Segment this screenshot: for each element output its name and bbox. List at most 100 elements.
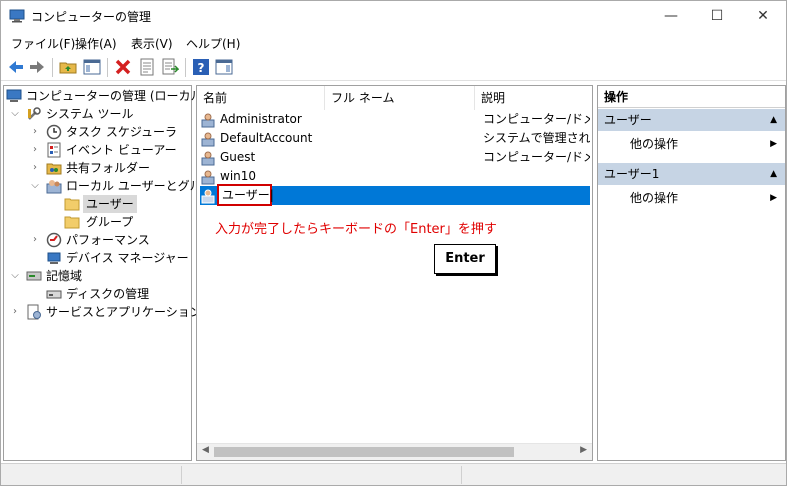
menu-help[interactable]: ヘルプ(H) <box>186 35 240 52</box>
tree-item-services-applications[interactable]: › サービスとアプリケーション <box>4 303 202 321</box>
tree-item-label: グループ <box>86 215 134 229</box>
title-bar: コンピューターの管理 — ☐ ✕ <box>1 1 786 32</box>
up-folder-icon[interactable] <box>59 58 77 76</box>
folder-icon <box>64 198 80 211</box>
show-hide-action-pane-icon[interactable] <box>215 58 233 76</box>
chevron-right-icon[interactable]: › <box>30 123 40 141</box>
column-header-fullname[interactable]: フル ネーム <box>325 86 475 110</box>
tree-item-system-tools[interactable]: ⌵ システム ツール <box>4 105 189 123</box>
collapse-up-icon[interactable]: ▲ <box>770 163 777 185</box>
menu-file[interactable]: ファイル(F) <box>11 35 75 52</box>
user-icon <box>201 151 215 166</box>
list-item-guest[interactable]: Guest コンピューター/ドメインへの <box>200 148 590 167</box>
back-icon[interactable] <box>7 58 25 76</box>
status-divider <box>461 466 462 484</box>
properties-icon[interactable] <box>138 58 156 76</box>
user-name: Guest <box>220 150 256 164</box>
tree-item-groups[interactable]: グループ <box>4 213 189 231</box>
chevron-down-icon[interactable]: ⌵ <box>30 177 40 195</box>
list-item-defaultaccount[interactable]: DefaultAccount システムで管理されるユー <box>200 129 590 148</box>
maximize-button[interactable]: ☐ <box>694 1 740 32</box>
user-icon <box>201 170 215 185</box>
window-title: コンピューターの管理 <box>31 10 152 24</box>
tree-item-label: サービスとアプリケーション <box>46 305 202 319</box>
user-name: Administrator <box>220 112 302 126</box>
folder-icon <box>64 216 80 229</box>
user-list-pane: 名前 フル ネーム 説明 Administrator コンピューター/ドメインの… <box>196 85 593 461</box>
instruction-annotation: 入力が完了したらキーボードの「Enter」を押す <box>215 222 497 237</box>
tree-item-label: コンピューターの管理 (ローカル) <box>26 89 208 103</box>
action-more-actions[interactable]: 他の操作 ▶ <box>598 133 785 155</box>
tree-item-shared-folders[interactable]: › 共有フォルダー <box>4 159 189 177</box>
minimize-button[interactable]: — <box>648 1 694 32</box>
menu-bar: ファイル(F) 操作(A) 表示(V) ヘルプ(H) <box>1 32 786 53</box>
toolbar: ? <box>1 54 786 81</box>
user-description: システムで管理されるユー <box>483 131 590 145</box>
menu-action[interactable]: 操作(A) <box>75 35 117 52</box>
section-title: ユーザー1 <box>604 167 660 181</box>
menu-view[interactable]: 表示(V) <box>131 35 173 52</box>
enter-key-illustration: Enter <box>434 244 496 274</box>
disk-icon <box>46 290 62 299</box>
export-list-icon[interactable] <box>161 58 179 76</box>
tree-item-users[interactable]: ユーザー <box>4 195 189 213</box>
column-header-description[interactable]: 説明 <box>475 86 592 110</box>
scrollbar-thumb[interactable] <box>214 447 514 457</box>
tree-item-task-scheduler[interactable]: › タスク スケジューラ <box>4 123 189 141</box>
tree-item-disk-management[interactable]: ディスクの管理 <box>4 285 189 303</box>
actions-header: 操作 <box>598 86 785 108</box>
action-more-actions[interactable]: 他の操作 ▶ <box>598 187 785 209</box>
forward-icon[interactable] <box>28 58 46 76</box>
chevron-right-icon[interactable]: › <box>10 303 20 321</box>
user-description: コンピューター/ドメインへの <box>483 150 590 164</box>
tree-item-label: ユーザー <box>83 195 137 213</box>
tree-item-event-viewer[interactable]: › イベント ビューアー <box>4 141 189 159</box>
actions-section-users[interactable]: ユーザー ▲ <box>598 109 785 131</box>
collapse-up-icon[interactable]: ▲ <box>770 109 777 131</box>
actions-section-user1[interactable]: ユーザー1 ▲ <box>598 163 785 185</box>
tree-item-storage[interactable]: ⌵ 記憶域 <box>4 267 189 285</box>
rename-input[interactable]: ユーザー| <box>217 184 274 206</box>
tree-item-label: デバイス マネージャー <box>66 251 189 265</box>
actions-pane: 操作 ユーザー ▲ 他の操作 ▶ ユーザー1 ▲ 他の操作 ▶ <box>597 85 786 461</box>
column-header-name[interactable]: 名前 <box>197 86 325 110</box>
tree-item-label: 記憶域 <box>46 269 83 283</box>
chevron-down-icon[interactable]: ⌵ <box>10 267 20 285</box>
tree-item-local-users-groups[interactable]: ⌵ ローカル ユーザーとグループ <box>4 177 225 195</box>
scroll-left-icon[interactable]: ◀ <box>202 445 209 455</box>
clock-icon <box>46 124 62 140</box>
toolbar-separator <box>185 58 186 77</box>
scroll-right-icon[interactable]: ▶ <box>580 445 587 455</box>
delete-icon[interactable] <box>114 58 132 76</box>
list-item-new-user[interactable]: ユーザー| <box>200 184 590 206</box>
list-item-administrator[interactable]: Administrator コンピューター/ドメインの管 <box>200 110 590 129</box>
rename-input-value: ユーザー <box>222 188 270 202</box>
toolbar-separator <box>107 58 108 77</box>
user-icon <box>201 189 215 204</box>
tree-item-label: システム ツール <box>46 107 134 121</box>
help-icon[interactable]: ? <box>192 58 210 76</box>
section-title: ユーザー <box>604 113 652 127</box>
chevron-right-icon[interactable]: › <box>30 231 40 249</box>
show-hide-tree-icon[interactable] <box>83 58 101 76</box>
toolbar-separator <box>52 58 53 77</box>
close-button[interactable]: ✕ <box>740 1 786 32</box>
tree-item-label: 共有フォルダー <box>66 161 151 175</box>
tree-item-device-manager[interactable]: デバイス マネージャー <box>4 249 189 267</box>
users-groups-icon <box>46 180 62 194</box>
chevron-right-icon[interactable]: › <box>30 159 40 177</box>
user-name: DefaultAccount <box>220 131 313 145</box>
computer-management-window: コンピューターの管理 — ☐ ✕ ファイル(F) 操作(A) 表示(V) ヘルプ… <box>0 0 787 486</box>
text-cursor: | <box>269 188 274 202</box>
horizontal-scrollbar[interactable]: ◀ ▶ <box>197 443 592 460</box>
svg-text:?: ? <box>198 61 205 75</box>
user-description: コンピューター/ドメインの管 <box>483 112 590 126</box>
chevron-down-icon[interactable]: ⌵ <box>10 105 20 123</box>
user-icon <box>201 113 215 128</box>
tools-icon <box>28 107 41 120</box>
tree-item-performance[interactable]: › パフォーマンス <box>4 231 189 249</box>
submenu-arrow-icon: ▶ <box>770 193 777 203</box>
chevron-right-icon[interactable]: › <box>30 141 40 159</box>
tree-item-label: ディスクの管理 <box>66 287 150 301</box>
user-icon <box>201 132 215 147</box>
